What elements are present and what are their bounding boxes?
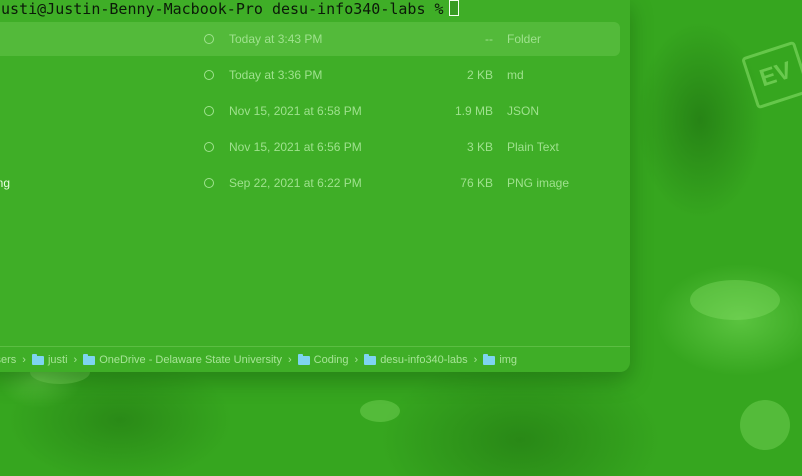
sync-status-icon [204, 106, 214, 116]
file-date-modified: Sep 22, 2021 at 6:22 PM [229, 176, 362, 190]
path-bar: Jsers › justi › OneDrive - Delaware State Un… [0, 346, 630, 373]
sync-status-icon [204, 178, 214, 188]
sync-status-icon [204, 142, 214, 152]
sync-status-icon [204, 70, 214, 80]
path-crumb[interactable]: justi [31, 353, 68, 366]
file-date-modified: Today at 3:43 PM [229, 32, 323, 46]
file-size: 1.9 MB [454, 104, 493, 118]
path-crumb[interactable]: desu-info340-labs [364, 353, 468, 366]
path-crumb-label: img [499, 354, 518, 366]
file-size: 2 KB [466, 68, 493, 82]
desktop-logo: EV [741, 40, 802, 110]
folder-icon [364, 353, 377, 365]
file-kind: Folder [507, 32, 542, 46]
folder-icon [83, 353, 96, 365]
desktop-blob [690, 280, 780, 320]
file-row[interactable]: Nov 15, 2021 at 6:56 PM 3 KB Plain Text [0, 130, 620, 164]
path-crumb-label: Jsers [0, 354, 17, 366]
file-row[interactable]: Nov 15, 2021 at 6:58 PM 1.9 MB JSON [0, 94, 620, 128]
path-separator-icon: › [22, 354, 26, 366]
folder-icon [297, 353, 310, 365]
file-row[interactable]: png Sep 22, 2021 at 6:22 PM 76 KB PNG image [0, 166, 620, 200]
folder-icon [31, 353, 44, 365]
text-cursor-icon [448, 0, 459, 16]
file-kind: JSON [507, 104, 540, 118]
path-crumb[interactable]: OneDrive - Delaware State University [83, 353, 282, 366]
path-crumb[interactable]: Jsers [0, 354, 16, 366]
path-separator-icon: › [287, 354, 292, 366]
file-kind: Plain Text [507, 140, 559, 154]
file-date-modified: Nov 15, 2021 at 6:56 PM [229, 140, 362, 154]
file-size: -- [485, 32, 493, 46]
path-crumb-label: Coding [313, 354, 349, 366]
file-size: 76 KB [460, 176, 493, 190]
file-date-modified: Today at 3:36 PM [229, 68, 323, 82]
path-separator-icon: › [473, 354, 478, 366]
file-date-modified: Nov 15, 2021 at 6:58 PM [229, 104, 362, 118]
desktop-blob [360, 400, 400, 422]
path-crumb-label: justi [47, 354, 68, 366]
sync-status-icon [204, 34, 214, 44]
path-crumb[interactable]: Coding [297, 353, 349, 366]
desktop-blob [740, 400, 790, 450]
file-size: 3 KB [466, 140, 493, 154]
path-crumb-label: desu-info340-labs [380, 354, 468, 366]
file-row[interactable]: Today at 3:36 PM 2 KB md [0, 58, 620, 92]
path-crumb-label: OneDrive - Delaware State University [99, 354, 282, 366]
finder-window: justi@Justin-Benny-Macbook-Pro desu-info… [0, 0, 630, 372]
path-separator-icon: › [73, 354, 78, 366]
file-kind: md [507, 68, 524, 82]
file-kind: PNG image [507, 176, 570, 190]
folder-icon [483, 353, 496, 365]
path-separator-icon: › [354, 354, 359, 366]
terminal-prompt: justi@Justin-Benny-Macbook-Pro desu-info… [0, 0, 444, 18]
file-row[interactable]: Today at 3:43 PM -- Folder [0, 22, 620, 56]
path-crumb[interactable]: img [483, 353, 518, 366]
desktop-logo-text: EV [756, 56, 796, 93]
terminal-prompt-line[interactable]: justi@Justin-Benny-Macbook-Pro desu-info… [0, 0, 532, 18]
file-name: png [0, 176, 11, 190]
